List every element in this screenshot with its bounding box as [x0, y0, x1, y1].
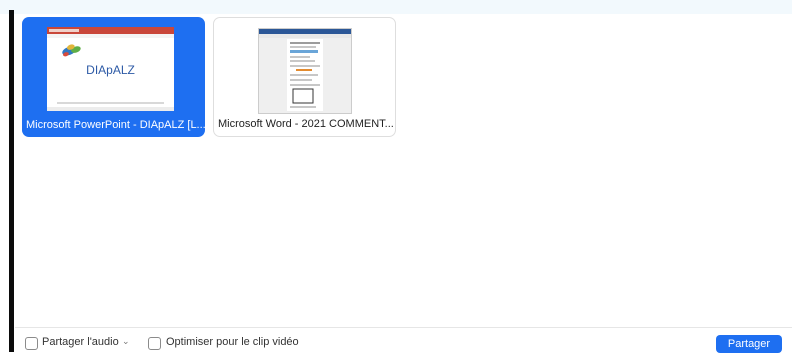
footer-divider: [15, 327, 792, 328]
optimize-video-checkbox[interactable]: [148, 337, 161, 350]
powerpoint-thumbnail: DIApALZ: [47, 27, 174, 111]
share-button[interactable]: Partager: [716, 335, 782, 353]
window-tile-powerpoint[interactable]: DIApALZ Microsoft PowerPoint - DIApALZ […: [22, 17, 205, 137]
window-title: Microsoft Word - 2021 COMMENT...: [218, 118, 394, 130]
top-strip: [0, 0, 792, 14]
chevron-down-icon[interactable]: ⌄: [122, 336, 130, 347]
slide-title: DIApALZ: [86, 63, 135, 77]
share-audio-label: Partager l'audio: [42, 336, 119, 348]
left-edge-bar: [9, 10, 14, 352]
window-tile-word[interactable]: Microsoft Word - 2021 COMMENT...: [213, 17, 396, 137]
share-audio-checkbox[interactable]: [25, 337, 38, 350]
word-document-preview: [259, 29, 351, 111]
optimize-video-label: Optimiser pour le clip vidéo: [166, 336, 299, 348]
word-thumbnail: [258, 28, 352, 114]
window-title: Microsoft PowerPoint - DIApALZ [L...: [26, 119, 205, 131]
